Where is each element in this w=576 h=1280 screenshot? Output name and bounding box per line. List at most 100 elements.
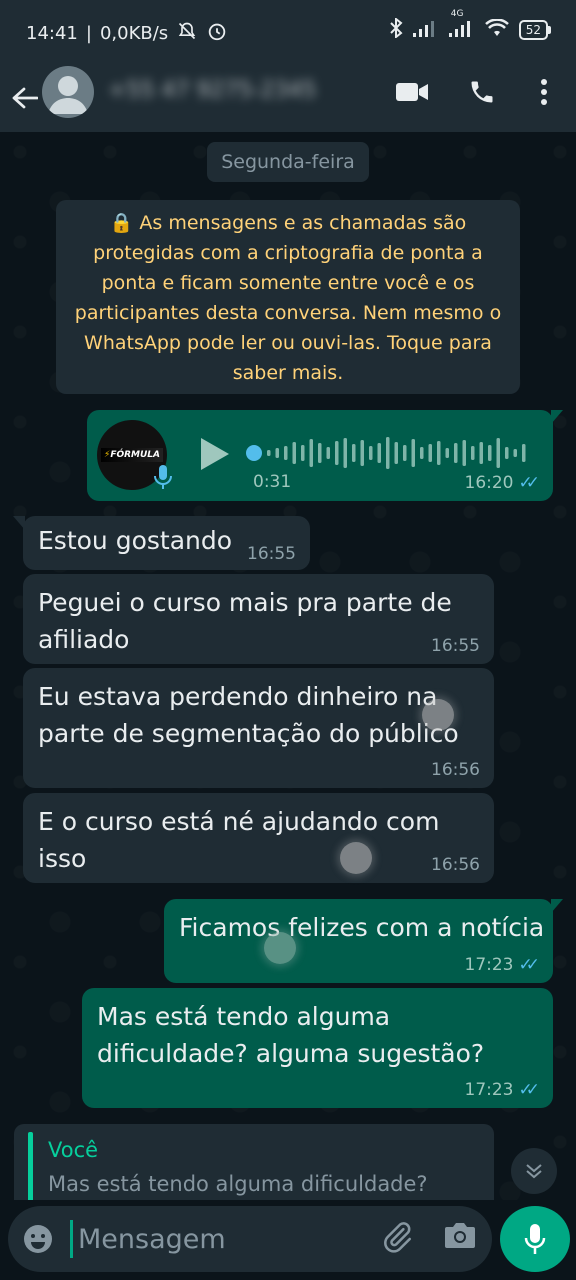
wifi-icon bbox=[484, 18, 509, 41]
time-text: 16:55 bbox=[247, 544, 296, 564]
message-text: E o curso está né ajudando com isso bbox=[38, 807, 440, 873]
chat-header: +55 47 9275-2345 bbox=[0, 64, 576, 132]
waveform-scrubber[interactable] bbox=[246, 445, 262, 461]
waveform-bar bbox=[326, 447, 330, 459]
message-outgoing[interactable]: Mas está tendo alguma dificuldade? algum… bbox=[82, 988, 553, 1108]
play-button[interactable] bbox=[199, 436, 231, 476]
status-time: 14:41 bbox=[26, 23, 78, 44]
waveform-bar bbox=[343, 438, 347, 468]
message-time: 16:55 bbox=[247, 544, 296, 564]
time-text: 16:56 bbox=[431, 760, 480, 780]
status-divider: | bbox=[85, 23, 92, 44]
message-input-bar bbox=[8, 1206, 492, 1272]
waveform-bar bbox=[471, 446, 475, 460]
waveform-bar bbox=[488, 445, 492, 461]
voice-call-icon bbox=[471, 81, 493, 103]
status-left: 14:41 | 0,0KB/s bbox=[26, 20, 228, 47]
text-caret bbox=[70, 1220, 73, 1258]
avatar[interactable] bbox=[42, 66, 94, 118]
contact-name[interactable]: +55 47 9275-2345 bbox=[108, 78, 316, 103]
message-input[interactable] bbox=[78, 1216, 368, 1262]
waveform-bar bbox=[275, 448, 279, 458]
message-text: Peguei o curso mais pra parte de afiliad… bbox=[38, 588, 452, 654]
emoji-icon bbox=[24, 1225, 52, 1253]
bluetooth-icon bbox=[389, 16, 403, 42]
read-ticks-icon: ✓✓ bbox=[518, 473, 540, 493]
message-text: Eu estava perdendo dinheiro na parte de … bbox=[38, 682, 459, 748]
audio-duration: 0:31 bbox=[253, 472, 292, 492]
voice-call-button[interactable] bbox=[462, 72, 502, 112]
play-icon bbox=[201, 438, 229, 470]
thumbnail-text: FÓRMULA bbox=[110, 450, 161, 460]
voice-record-button[interactable] bbox=[500, 1206, 570, 1272]
waveform-bar bbox=[513, 449, 517, 457]
more-options-button[interactable] bbox=[524, 72, 564, 112]
battery-icon: 52 bbox=[518, 20, 552, 40]
status-bar: 14:41 | 0,0KB/s 4G 52 bbox=[0, 0, 576, 64]
time-text: 17:23 bbox=[464, 955, 514, 975]
video-call-button[interactable] bbox=[392, 72, 432, 112]
encryption-notice[interactable]: 🔒 As mensagens e as chamadas são protegi… bbox=[56, 200, 520, 394]
scroll-to-bottom-button[interactable] bbox=[511, 1148, 557, 1194]
status-right: 4G 52 bbox=[389, 9, 552, 42]
time-text: 17:23 bbox=[464, 1080, 514, 1100]
read-ticks-icon: ✓✓ bbox=[518, 1080, 540, 1100]
mic-badge-icon bbox=[151, 462, 175, 492]
waveform-bar bbox=[292, 442, 296, 464]
waveform-bar bbox=[411, 439, 415, 467]
waveform-bar bbox=[377, 443, 381, 463]
waveform-bar bbox=[496, 438, 500, 468]
waveform-bar bbox=[335, 441, 339, 465]
message-text: Estou gostando bbox=[38, 526, 233, 555]
reply-accent-bar bbox=[28, 1132, 33, 1200]
time-text: 16:20 bbox=[464, 473, 514, 493]
waveform-bar bbox=[309, 439, 313, 467]
message-text: Mas está tendo alguma dificuldade? algum… bbox=[97, 1002, 485, 1068]
waveform-bar bbox=[284, 446, 288, 460]
message-time: 17:23 ✓✓ bbox=[465, 955, 540, 975]
back-button[interactable] bbox=[10, 78, 40, 118]
camera-button[interactable] bbox=[444, 1220, 484, 1260]
message-outgoing[interactable]: Ficamos felizes com a notícia 17:23 ✓✓ bbox=[164, 899, 563, 983]
message-incoming[interactable]: E o curso está né ajudando com isso 16:5… bbox=[23, 793, 494, 883]
message-incoming[interactable]: Peguei o curso mais pra parte de afiliad… bbox=[23, 574, 494, 664]
thumbnail-logo: ⚡FÓRMULA bbox=[100, 448, 164, 462]
network-type: 4G bbox=[450, 9, 464, 19]
chat-area[interactable]: Segunda-feira 🔒 As mensagens e as chamad… bbox=[0, 132, 576, 1200]
message-text: Ficamos felizes com a notícia bbox=[179, 913, 545, 942]
message-time: 16:55 bbox=[431, 636, 480, 656]
reply-preview[interactable]: Você Mas está tendo alguma dificuldade? bbox=[14, 1124, 494, 1200]
waveform-bar bbox=[267, 450, 271, 456]
paperclip-icon bbox=[384, 1222, 412, 1253]
message-time: 16:20 ✓✓ bbox=[465, 473, 540, 493]
audio-message[interactable]: ⚡FÓRMULA 0:31 16:20 ✓✓ bbox=[87, 410, 563, 501]
message-incoming[interactable]: Eu estava perdendo dinheiro na parte de … bbox=[23, 668, 494, 788]
bubble-tail bbox=[551, 899, 563, 913]
waveform-bar bbox=[369, 446, 373, 460]
message-incoming[interactable]: Estou gostando 16:55 bbox=[13, 516, 310, 570]
waveform-bar bbox=[301, 445, 305, 461]
touch-indicator bbox=[340, 842, 372, 874]
waveform-bar bbox=[505, 447, 509, 459]
emoji-button[interactable] bbox=[22, 1223, 54, 1255]
microphone-icon bbox=[524, 1224, 546, 1254]
waveform-bar bbox=[420, 447, 424, 459]
back-arrow-icon bbox=[12, 87, 38, 109]
waveform-bar bbox=[403, 445, 407, 461]
time-text: 16:55 bbox=[431, 636, 480, 656]
message-time: 16:56 bbox=[431, 855, 480, 875]
reply-author: Você bbox=[48, 1138, 99, 1162]
audio-waveform[interactable] bbox=[245, 432, 545, 474]
waveform-bar bbox=[352, 444, 356, 462]
waveform-bar bbox=[318, 443, 322, 463]
alarm-icon bbox=[206, 20, 228, 47]
signal-icon-2: 4G bbox=[448, 9, 475, 41]
attach-button[interactable] bbox=[380, 1220, 420, 1260]
waveform-bar bbox=[454, 443, 458, 463]
message-time: 16:56 bbox=[431, 760, 480, 780]
message-time: 17:23 ✓✓ bbox=[465, 1080, 540, 1100]
waveform-bars bbox=[267, 437, 526, 469]
video-call-icon bbox=[396, 83, 428, 101]
touch-indicator bbox=[422, 699, 454, 731]
waveform-bar bbox=[394, 442, 398, 464]
